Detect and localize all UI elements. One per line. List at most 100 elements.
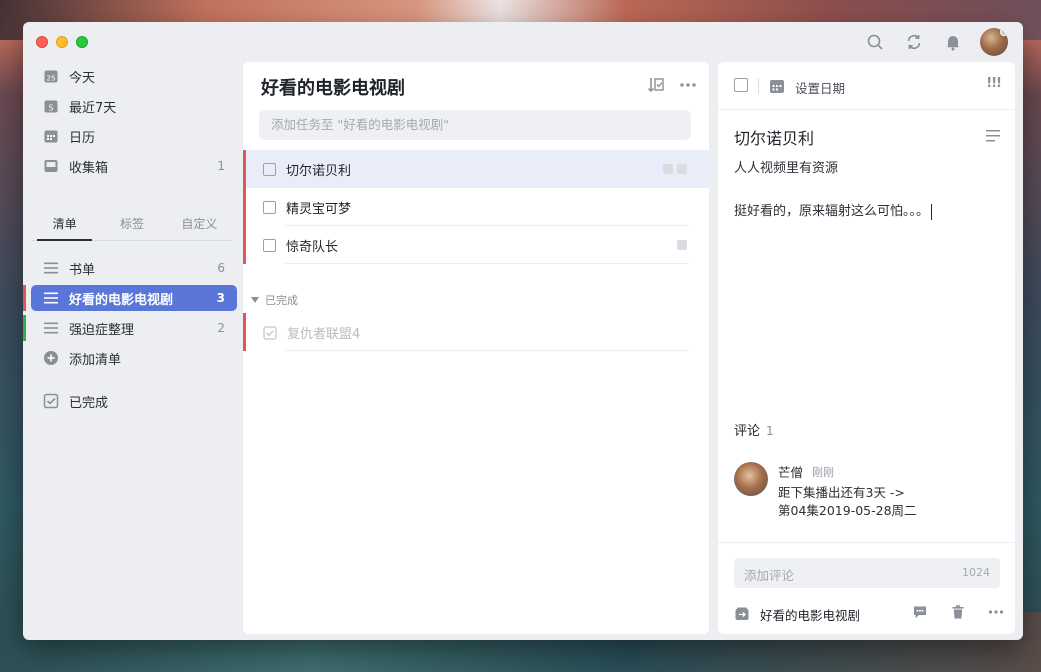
list-icon <box>43 320 59 336</box>
calendar-week-icon: S <box>43 98 59 114</box>
sidebar-item-book-list[interactable]: 书单 6 <box>31 255 237 281</box>
inbox-icon <box>43 158 59 174</box>
task-description-line[interactable]: 人人视频里有资源 <box>734 157 838 176</box>
more-options-icon[interactable] <box>679 76 697 98</box>
note-indicator-icon <box>677 240 687 250</box>
zoom-window-button[interactable] <box>76 36 88 48</box>
sidebar-item-label: 今天 <box>69 70 96 86</box>
detail-toolbar: 设置日期 !!! <box>718 62 1015 110</box>
add-comment-input[interactable]: 添加评论 1024 <box>734 558 1000 588</box>
inbox-count: 1 <box>217 159 225 173</box>
sort-icon[interactable] <box>647 76 665 98</box>
task-note-editor[interactable]: 挺好看的，原来辐射这么可怕。。。 <box>734 200 933 220</box>
sidebar-item-label: 好看的电影电视剧 <box>69 292 174 308</box>
sidebar-item-movies-list[interactable]: 好看的电影电视剧 3 <box>31 285 237 311</box>
tab-custom[interactable]: 自定义 <box>166 211 233 240</box>
avatar-status-dot <box>1000 28 1008 36</box>
task-indicators <box>677 240 687 250</box>
list-icon <box>43 290 59 306</box>
tab-lists[interactable]: 清单 <box>31 211 98 241</box>
task-title: 切尔诺贝利 <box>286 163 352 179</box>
add-list-label: 添加清单 <box>69 352 122 368</box>
task-row[interactable]: 切尔诺贝利 <box>243 150 709 188</box>
task-row[interactable]: 惊奇队长 <box>243 226 709 264</box>
comment-char-limit: 1024 <box>962 566 990 579</box>
row-divider <box>285 350 689 351</box>
priority-bar <box>243 313 246 351</box>
list-toolbar <box>647 76 697 98</box>
description-mode-icon[interactable] <box>985 128 1001 147</box>
set-date-button[interactable]: 设置日期 <box>795 78 845 97</box>
task-checkbox[interactable] <box>263 238 276 252</box>
task-row[interactable]: 精灵宝可梦 <box>243 188 709 226</box>
tab-tags[interactable]: 标签 <box>98 211 165 240</box>
list-count: 3 <box>216 291 225 305</box>
task-title: 惊奇队长 <box>286 239 339 255</box>
priority-bar <box>243 188 246 226</box>
trash-icon[interactable] <box>950 604 966 624</box>
task-indicators <box>663 164 687 174</box>
close-window-button[interactable] <box>36 36 48 48</box>
task-list-name[interactable]: 好看的电影电视剧 <box>760 605 860 624</box>
task-checkbox-checked[interactable] <box>263 325 277 340</box>
priority-icon[interactable]: !!! <box>986 76 1002 91</box>
calendar-icon <box>43 128 59 144</box>
comment-time: 刚刚 <box>812 466 834 479</box>
task-checkbox[interactable] <box>263 200 276 214</box>
divider <box>758 78 759 94</box>
note-indicator-icon <box>677 164 687 174</box>
calendar-today-icon: 25 <box>43 68 59 84</box>
comment-indicator-icon <box>663 164 673 174</box>
task-note-text: 挺好看的，原来辐射这么可怕。。。 <box>734 204 930 219</box>
comment-icon[interactable] <box>912 604 928 624</box>
user-avatar[interactable] <box>980 28 1008 56</box>
sidebar-item-ocd-list[interactable]: 强迫症整理 2 <box>31 315 237 341</box>
add-task-input[interactable]: 添加任务至 "好看的电影电视剧" <box>259 110 691 140</box>
row-divider <box>285 263 689 264</box>
titlebar <box>23 22 1023 62</box>
sidebar-tabs: 清单 标签 自定义 <box>31 211 233 241</box>
minimize-window-button[interactable] <box>56 36 68 48</box>
plus-circle-icon <box>43 350 59 366</box>
sync-icon[interactable] <box>905 33 923 51</box>
sidebar-item-completed[interactable]: 已完成 <box>31 388 237 414</box>
comment-text-line2: 第04集2019-05-28周二 <box>778 503 917 518</box>
comments-label: 评论 <box>734 424 761 439</box>
list-color-marker <box>23 315 26 341</box>
sidebar-item-label: 收集箱 <box>69 160 109 176</box>
detail-actions <box>912 604 1004 624</box>
search-icon[interactable] <box>866 33 884 51</box>
sidebar-item-label: 书单 <box>69 262 96 278</box>
sidebar-item-today[interactable]: 25 今天 <box>31 63 237 89</box>
sidebar: 25 今天 S 最近7天 日历 收集箱 1 清单 标签 自定义 书单 6 好看的… <box>23 62 241 640</box>
divider <box>718 542 1015 543</box>
sidebar-item-inbox[interactable]: 收集箱 1 <box>31 153 237 179</box>
task-title: 精灵宝可梦 <box>286 201 352 217</box>
sidebar-item-calendar[interactable]: 日历 <box>31 123 237 149</box>
detail-footer: 好看的电影电视剧 <box>734 602 1004 626</box>
task-title-field[interactable]: 切尔诺贝利 <box>734 125 814 149</box>
sidebar-item-next-7-days[interactable]: S 最近7天 <box>31 93 237 119</box>
add-list-button[interactable]: 添加清单 <box>31 345 237 371</box>
task-row-completed[interactable]: 复仇者联盟4 <box>243 313 709 351</box>
task-detail-pane: 设置日期 !!! 切尔诺贝利 人人视频里有资源 挺好看的，原来辐射这么可怕。。。… <box>718 62 1015 634</box>
calendar-icon[interactable] <box>768 77 786 95</box>
list-color-marker <box>23 285 26 311</box>
move-to-list-icon[interactable] <box>734 606 750 622</box>
bell-icon[interactable] <box>944 33 962 51</box>
sidebar-item-label: 强迫症整理 <box>69 322 135 338</box>
list-count: 2 <box>217 321 225 335</box>
text-caret <box>931 203 933 220</box>
task-list-pane: 好看的电影电视剧 添加任务至 "好看的电影电视剧" 切尔诺贝利 精灵宝可梦 惊奇… <box>243 62 709 634</box>
sidebar-item-label: 最近7天 <box>69 100 117 116</box>
more-options-icon[interactable] <box>988 604 1004 624</box>
comment-author: 芒僧 <box>778 465 804 480</box>
app-window: 25 今天 S 最近7天 日历 收集箱 1 清单 标签 自定义 书单 6 好看的… <box>23 22 1023 640</box>
task-checkbox[interactable] <box>263 162 276 176</box>
list-count: 6 <box>217 261 225 275</box>
today-date-badge: 25 <box>47 75 56 83</box>
detail-task-checkbox[interactable] <box>734 78 748 92</box>
completed-section-toggle[interactable]: 已完成 <box>251 292 298 308</box>
list-icon <box>43 260 59 276</box>
sidebar-item-label: 日历 <box>69 130 96 146</box>
